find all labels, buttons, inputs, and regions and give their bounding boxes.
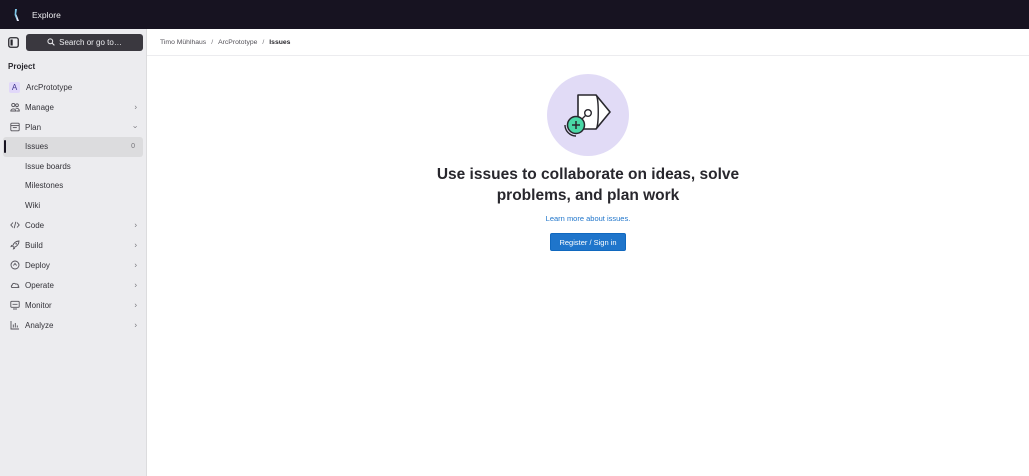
explore-link[interactable]: Explore <box>32 10 61 20</box>
breadcrumb-separator: / <box>262 38 265 46</box>
sidebar-subitem-label: Milestones <box>25 181 64 191</box>
chevron-right-icon: › <box>134 320 137 330</box>
gitlab-logo-icon[interactable] <box>10 6 24 24</box>
issues-count-badge: 0 <box>131 143 135 151</box>
sidebar-item-label: Plan <box>25 122 42 132</box>
monitor-icon <box>9 300 20 311</box>
breadcrumb-item-project[interactable]: ArcPrototype <box>218 39 257 46</box>
sidebar-toggle-icon[interactable] <box>6 35 20 49</box>
sidebar-item-label: Build <box>25 240 43 250</box>
sidebar-item-label: Deploy <box>25 260 50 270</box>
sidebar-subitem-wiki[interactable]: Wiki <box>0 196 146 216</box>
sidebar-item-label: Analyze <box>25 320 54 330</box>
sidebar-item-build[interactable]: Build › <box>0 235 146 255</box>
project-avatar: A <box>9 81 20 93</box>
sidebar-item-operate[interactable]: Operate › <box>0 275 146 295</box>
sidebar-subitem-label: Wiki <box>25 200 41 210</box>
main-content: Timo Mühlhaus / ArcPrototype / Issues Us… <box>147 29 1029 476</box>
chevron-right-icon: › <box>134 260 137 270</box>
breadcrumb-separator: / <box>211 38 214 46</box>
project-link[interactable]: A ArcPrototype <box>0 77 146 97</box>
search-label: Search or go to… <box>59 37 122 47</box>
empty-state: Use issues to collaborate on ideas, solv… <box>147 73 1029 251</box>
project-name: ArcPrototype <box>26 82 73 92</box>
top-bar: Explore <box>0 0 1029 29</box>
breadcrumb-item-user[interactable]: Timo Mühlhaus <box>160 39 206 46</box>
chart-icon <box>9 320 20 331</box>
breadcrumb-item-issues[interactable]: Issues <box>269 39 290 46</box>
chevron-right-icon: › <box>134 102 137 112</box>
empty-state-headline: Use issues to collaborate on ideas, solv… <box>436 166 740 204</box>
sidebar-item-label: Monitor <box>25 300 52 310</box>
chevron-right-icon: › <box>134 220 137 230</box>
sidebar-item-deploy[interactable]: Deploy › <box>0 255 146 275</box>
issues-illustration-icon <box>547 74 629 156</box>
chevron-right-icon: › <box>134 280 137 290</box>
learn-more-link[interactable]: Learn more about issues. <box>546 214 631 223</box>
sidebar-subitem-issues[interactable]: Issues 0 <box>3 137 143 157</box>
sidebar-item-label: Manage <box>25 102 54 112</box>
users-icon <box>9 102 20 113</box>
search-button[interactable]: Search or go to… <box>26 33 143 51</box>
section-title: Project <box>8 62 36 71</box>
rocket-icon <box>9 240 20 251</box>
deploy-icon <box>9 260 20 271</box>
sidebar-item-analyze[interactable]: Analyze › <box>0 315 146 335</box>
chevron-down-icon: › <box>131 125 141 129</box>
register-sign-in-button[interactable]: Register / Sign in <box>550 233 626 251</box>
breadcrumb: Timo Mühlhaus / ArcPrototype / Issues <box>147 29 1029 56</box>
chevron-right-icon: › <box>134 240 137 250</box>
sidebar-item-label: Operate <box>25 280 54 290</box>
chevron-right-icon: › <box>134 300 137 310</box>
sidebar-subitem-label: Issue boards <box>25 161 71 171</box>
cloud-icon <box>9 280 20 291</box>
sidebar-subitem-issue-boards[interactable]: Issue boards <box>0 157 146 177</box>
search-icon <box>47 38 55 46</box>
sidebar-subitem-label: Issues <box>25 142 49 152</box>
sidebar: Search or go to… Project A ArcPrototype … <box>0 29 147 476</box>
plan-icon <box>9 122 20 133</box>
sidebar-item-code[interactable]: Code › <box>0 215 146 235</box>
sidebar-item-plan[interactable]: Plan › <box>0 117 146 137</box>
sidebar-subitem-milestones[interactable]: Milestones <box>0 176 146 196</box>
sidebar-item-monitor[interactable]: Monitor › <box>0 295 146 315</box>
code-icon <box>9 220 20 231</box>
sidebar-item-label: Code <box>25 220 45 230</box>
sidebar-item-manage[interactable]: Manage › <box>0 97 146 117</box>
